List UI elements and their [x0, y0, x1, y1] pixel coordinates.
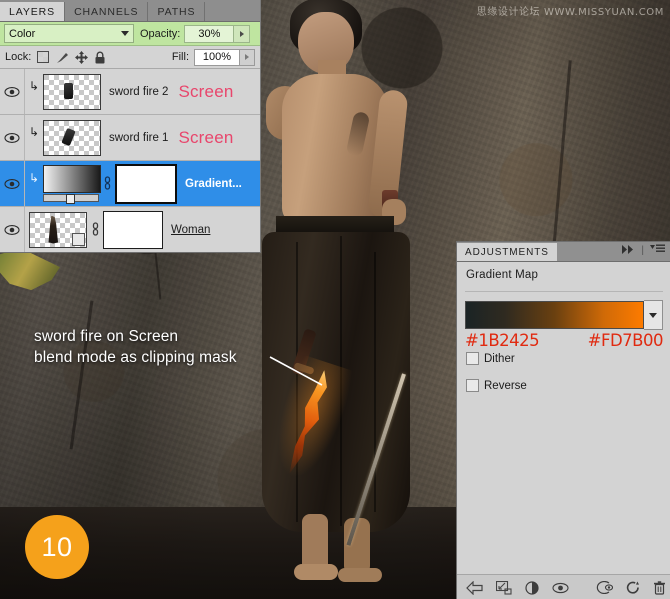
- new-adjustment-icon[interactable]: [525, 579, 539, 596]
- layer-name: Gradient...: [185, 177, 242, 190]
- smart-object-badge-icon: [72, 232, 85, 246]
- lock-label: Lock:: [5, 51, 32, 63]
- blend-mode-value: Color: [9, 27, 36, 40]
- opacity-stepper[interactable]: [234, 24, 251, 43]
- thumbnail-content: [64, 82, 73, 99]
- thumbnail-content: [61, 127, 76, 146]
- dither-row[interactable]: Dither: [457, 350, 670, 365]
- layer-visibility-toggle[interactable]: [0, 115, 25, 160]
- eye-icon: [4, 86, 20, 97]
- chevron-down-icon: [121, 31, 129, 36]
- gradient-preview-bar[interactable]: [465, 301, 644, 329]
- collapse-icon[interactable]: [622, 241, 635, 259]
- clipping-mask-indicator: ↳: [28, 170, 40, 185]
- tab-channels[interactable]: CHANNELS: [65, 2, 149, 21]
- layers-panel: LAYERS CHANNELS PATHS Color Opacity: 30%…: [0, 0, 261, 253]
- table-row[interactable]: Woman: [0, 207, 260, 252]
- table-row[interactable]: ↳ Gradient...: [0, 161, 260, 207]
- reverse-label: Reverse: [484, 379, 527, 392]
- gradient-hex-labels: #1B2425 #FD7B00: [457, 330, 670, 350]
- photoshop-screenshot: sword fire on Screen blend mode as clipp…: [0, 0, 670, 599]
- all-lock-icon[interactable]: [93, 50, 107, 64]
- right-leg: [344, 518, 370, 574]
- eye-icon: [4, 178, 20, 189]
- watermark-top: 思缘设计论坛 WWW.MISSYUAN.COM: [476, 7, 664, 18]
- back-arrow-icon[interactable]: [466, 579, 483, 596]
- adjustments-panel: ADJUSTMENTS | Gradient Map #1B2425 #FD7B…: [456, 241, 670, 599]
- link-icon[interactable]: [99, 176, 115, 191]
- opacity-input[interactable]: 30%: [184, 24, 235, 43]
- layer-blend-mode-label: Screen: [178, 127, 234, 147]
- chevron-down-icon: [649, 312, 657, 318]
- right-foot: [338, 568, 382, 582]
- gradient-start-hex: #1B2425: [465, 331, 540, 350]
- annotation-text: sword fire on Screen blend mode as clipp…: [34, 328, 237, 366]
- gradient-map-preview: [43, 165, 101, 193]
- lock-row: Lock: Fill: 100%: [0, 46, 260, 69]
- panel-menu-icon[interactable]: [650, 241, 665, 259]
- delete-icon[interactable]: [653, 579, 666, 596]
- eye-icon: [4, 224, 20, 235]
- eye-icon: [4, 132, 20, 143]
- dither-label: Dither: [484, 352, 515, 365]
- fill-stepper[interactable]: [240, 48, 255, 66]
- blend-opacity-row: Color Opacity: 30%: [0, 22, 260, 46]
- paint-lock-icon[interactable]: [55, 50, 69, 64]
- blend-mode-select[interactable]: Color: [4, 24, 134, 43]
- gradient-map-slider[interactable]: [43, 194, 99, 204]
- panel-tools: |: [622, 241, 670, 261]
- dither-checkbox[interactable]: [466, 352, 479, 365]
- clipping-mask-indicator: ↳: [28, 124, 40, 139]
- gradient-editor-row: [457, 292, 670, 330]
- divider: |: [641, 244, 644, 256]
- move-lock-icon[interactable]: [74, 50, 88, 64]
- layer-mask-thumbnail[interactable]: [103, 210, 163, 249]
- layer-visibility-toggle[interactable]: [0, 161, 25, 206]
- step-badge: 10: [25, 515, 89, 579]
- tab-layers[interactable]: LAYERS: [0, 2, 66, 21]
- layer-name: sword fire 2: [109, 85, 169, 98]
- fill-label: Fill:: [171, 51, 189, 63]
- layer-thumbnail[interactable]: [43, 73, 101, 110]
- adjustment-title: Gradient Map: [466, 269, 539, 281]
- layer-mask-thumbnail[interactable]: [115, 163, 177, 204]
- left-foot: [294, 564, 338, 580]
- reverse-row[interactable]: Reverse: [457, 365, 670, 392]
- layer-name: Woman: [171, 223, 211, 236]
- annotation-leader-line: [269, 356, 323, 386]
- layer-visibility-toggle[interactable]: [0, 69, 25, 114]
- opacity-label: Opacity:: [140, 27, 181, 40]
- layer-blend-mode-label: Screen: [178, 81, 234, 101]
- clipping-mask-indicator: ↳: [28, 78, 40, 93]
- thumbnail-content: [48, 215, 59, 244]
- woman-figure: [232, 0, 432, 594]
- table-row[interactable]: ↳ sword fire 2 Screen: [0, 69, 260, 115]
- reverse-checkbox[interactable]: [466, 379, 479, 392]
- layer-thumbnail[interactable]: [43, 119, 101, 156]
- pant-fold: [374, 252, 376, 512]
- gradient-map-thumbnail[interactable]: [43, 165, 101, 204]
- layer-thumbnail[interactable]: [29, 211, 87, 248]
- adjustments-tab-bar: ADJUSTMENTS |: [457, 242, 670, 262]
- adjustments-bottom-toolbar: [457, 574, 670, 599]
- layer-name: sword fire 1: [109, 131, 169, 144]
- fill-input[interactable]: 100%: [194, 48, 240, 66]
- tab-paths[interactable]: PATHS: [148, 2, 206, 21]
- layer-visibility-toggle[interactable]: [0, 207, 25, 252]
- gradient-picker-button[interactable]: [644, 300, 663, 330]
- toggle-visibility-icon[interactable]: [596, 579, 613, 596]
- panel-tab-bar: LAYERS CHANNELS PATHS: [0, 0, 260, 22]
- clip-to-layer-icon[interactable]: [496, 579, 512, 596]
- transparency-lock-icon[interactable]: [36, 50, 50, 64]
- table-row[interactable]: ↳ sword fire 1 Screen: [0, 115, 260, 161]
- tab-adjustments[interactable]: ADJUSTMENTS: [457, 243, 557, 261]
- reset-icon[interactable]: [626, 579, 640, 596]
- eye-icon[interactable]: [552, 579, 569, 596]
- gradient-end-hex: #FD7B00: [587, 331, 664, 350]
- link-icon[interactable]: [87, 222, 103, 237]
